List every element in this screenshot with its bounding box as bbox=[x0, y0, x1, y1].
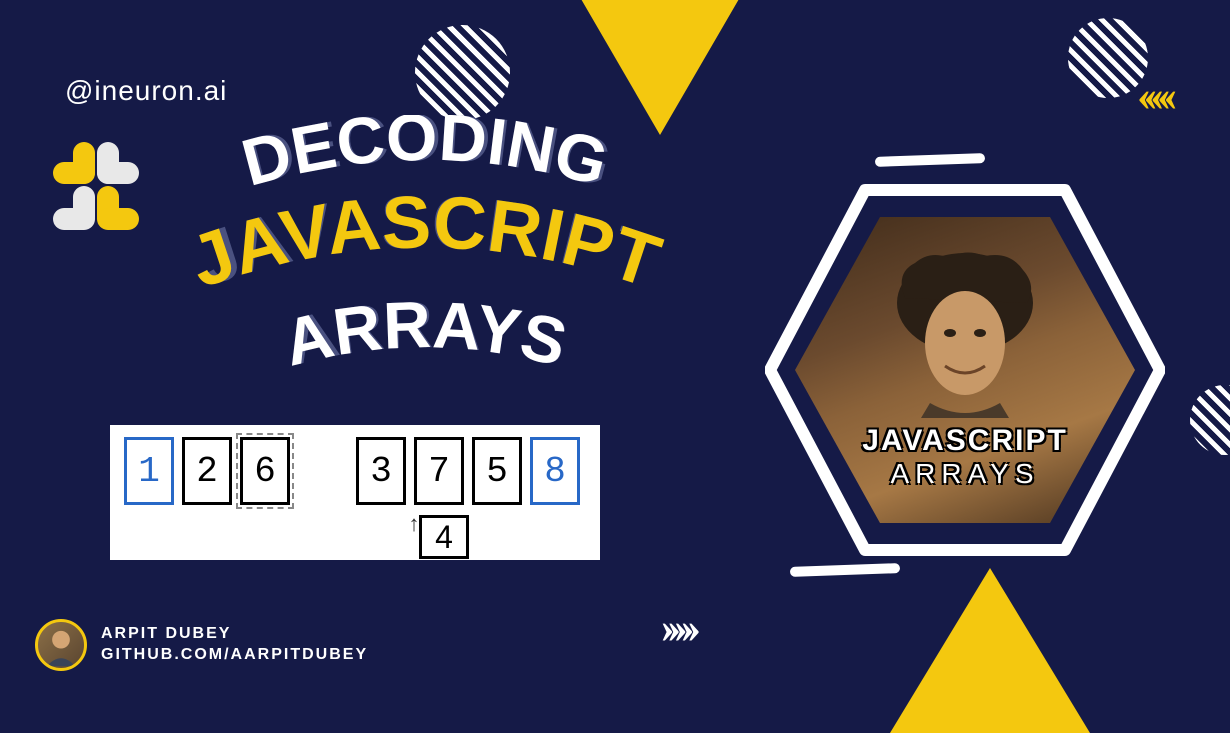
array-cell: 5 bbox=[472, 437, 522, 505]
triangle-decor-bottom bbox=[890, 568, 1090, 733]
accent-line bbox=[875, 153, 985, 167]
hash-icon bbox=[45, 150, 140, 245]
array-cell: 8 bbox=[530, 437, 580, 505]
arrow-up-icon: ↑ bbox=[409, 511, 420, 537]
array-cell: 3 bbox=[356, 437, 406, 505]
svg-text:ARRAYS: ARRAYS bbox=[277, 287, 574, 380]
array-cell: 1 bbox=[124, 437, 174, 505]
array-diagram: 1 2 6 3 7 5 8 ↑ 4 bbox=[110, 425, 600, 560]
array-cell: 2 bbox=[182, 437, 232, 505]
array-cell: 7 bbox=[414, 437, 464, 505]
meme-text-line1: JAVASCRIPT bbox=[862, 424, 1068, 458]
chevron-left-icon: ‹‹‹‹‹ bbox=[1137, 70, 1170, 121]
striped-circle-decor bbox=[415, 25, 510, 120]
chevron-right-icon: ››››› bbox=[660, 602, 693, 653]
author-name: ARPIT DUBEY bbox=[101, 624, 368, 645]
meme-text-line2: ARRAYS bbox=[890, 458, 1039, 490]
meme-hexagon: JAVASCRIPT ARRAYS bbox=[765, 170, 1165, 570]
author-block: ARPIT DUBEY GITHUB.COM/AARPITDUBEY bbox=[35, 619, 368, 671]
author-link: GITHUB.COM/AARPITDUBEY bbox=[101, 645, 368, 666]
main-title: DECODING DECODING JAVASCRIPT JAVASCRIPT … bbox=[145, 115, 705, 430]
author-avatar bbox=[35, 619, 87, 671]
social-handle: @ineuron.ai bbox=[65, 75, 227, 107]
striped-circle-decor bbox=[1190, 385, 1230, 455]
array-cell-active: 6 bbox=[240, 437, 290, 505]
array-insert-cell: 4 bbox=[419, 515, 469, 559]
